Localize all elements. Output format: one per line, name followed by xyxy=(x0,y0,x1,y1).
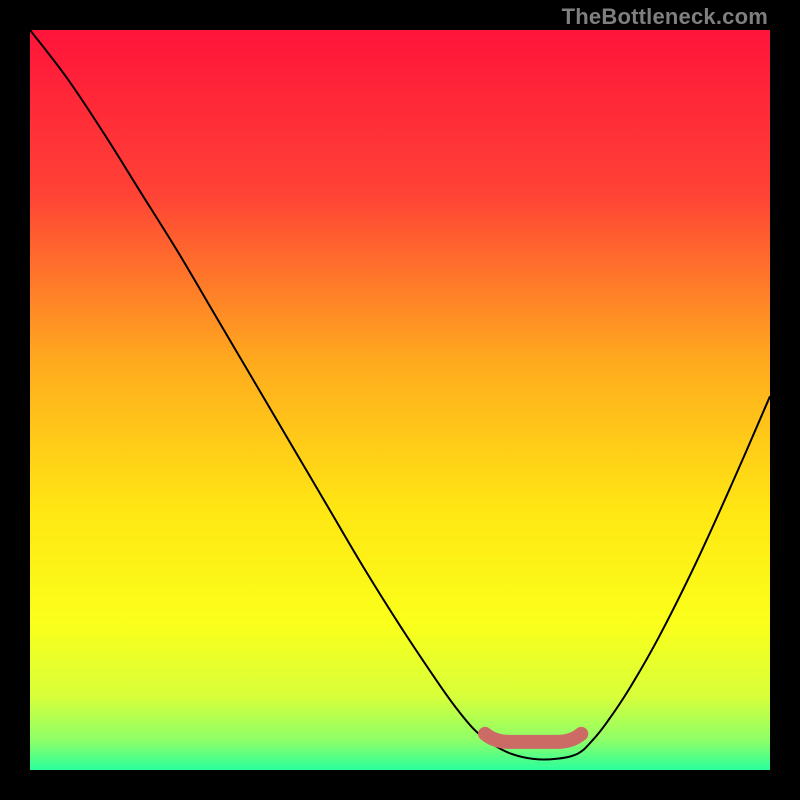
outer-black-frame: TheBottleneck.com xyxy=(0,0,800,800)
watermark-text: TheBottleneck.com xyxy=(562,4,768,30)
plot-area xyxy=(30,30,770,770)
background-gradient xyxy=(30,30,770,770)
